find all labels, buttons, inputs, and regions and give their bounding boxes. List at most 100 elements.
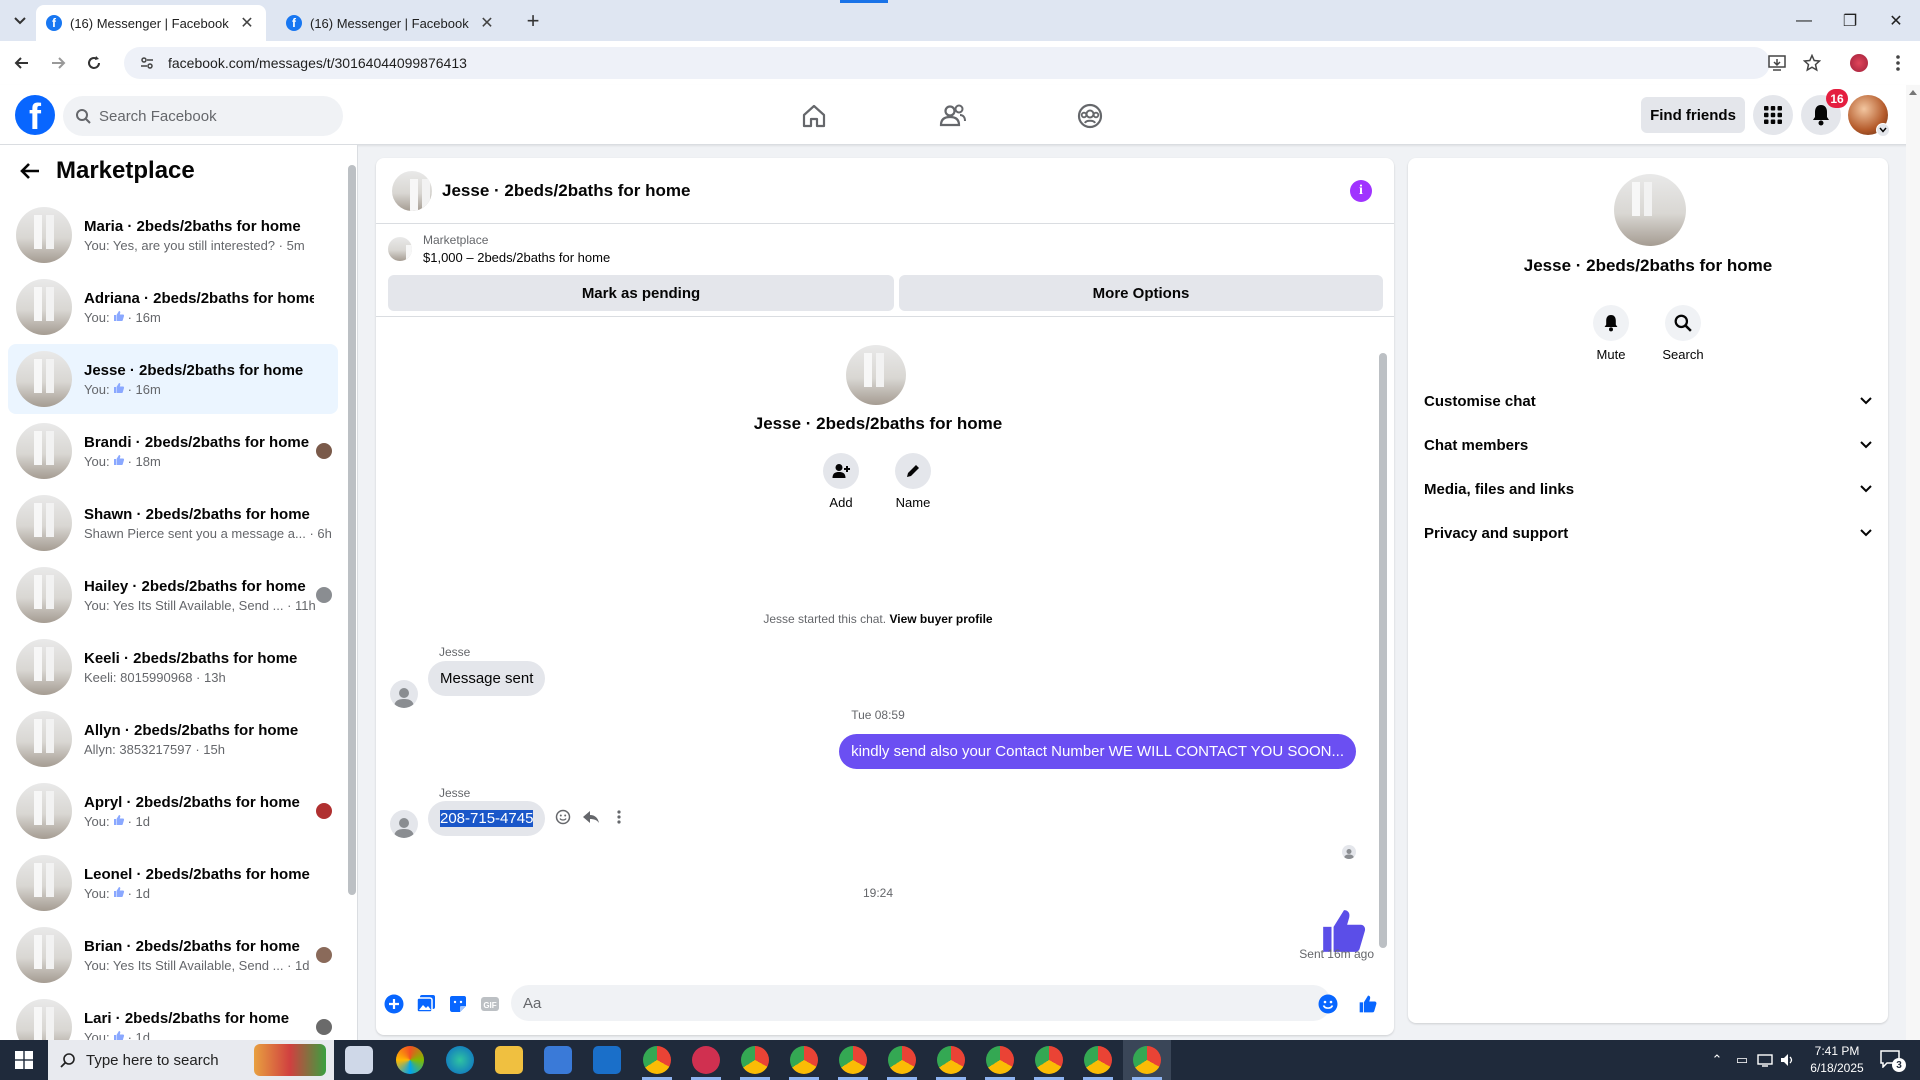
chrome-icon[interactable] xyxy=(643,1046,671,1074)
facebook-logo[interactable]: f xyxy=(15,95,55,135)
listing-price[interactable]: $1,000 – 2beds/2baths for home xyxy=(423,250,610,265)
tray-chevron-icon[interactable]: ⌃ xyxy=(1709,1052,1725,1068)
menu-grid-icon[interactable] xyxy=(1753,95,1793,135)
chrome-icon[interactable] xyxy=(741,1046,769,1074)
conversation-item[interactable]: Keeli · 2beds/2baths for home Keeli: 8015… xyxy=(8,632,338,702)
conversation-item[interactable]: Leonel · 2beds/2baths for home You: · 1d xyxy=(8,848,338,918)
find-friends-button[interactable]: Find friends xyxy=(1641,97,1745,133)
home-nav-icon[interactable] xyxy=(758,93,870,139)
message-input-wrapper[interactable] xyxy=(511,985,1331,1021)
plus-circle-icon[interactable] xyxy=(384,994,404,1014)
friends-nav-icon[interactable] xyxy=(897,93,1009,139)
copilot-icon[interactable] xyxy=(396,1046,424,1074)
back-button[interactable] xyxy=(9,50,35,76)
chrome-icon[interactable] xyxy=(986,1046,1014,1074)
send-like-icon[interactable] xyxy=(1358,994,1378,1014)
network-icon[interactable] xyxy=(1757,1052,1773,1068)
mark-as-pending-button[interactable]: Mark as pending xyxy=(388,275,894,311)
page-scrollbar[interactable] xyxy=(1906,85,1920,1040)
system-clock[interactable]: 7:41 PM 6/18/2025 xyxy=(1797,1043,1877,1077)
address-bar[interactable]: facebook.com/messages/t/3016404409987641… xyxy=(124,47,1770,79)
restore-button[interactable]: ❐ xyxy=(1827,0,1873,41)
facebook-search-input[interactable] xyxy=(99,107,319,125)
file-explorer-icon[interactable] xyxy=(495,1046,523,1074)
tray-device-icon[interactable]: ▭ xyxy=(1734,1052,1750,1068)
close-tab-icon[interactable]: ✕ xyxy=(478,14,496,32)
new-tab-button[interactable]: + xyxy=(520,8,546,34)
thread-scrollbar[interactable] xyxy=(1379,353,1387,948)
sticker-icon[interactable] xyxy=(448,994,468,1014)
chrome-icon[interactable] xyxy=(1133,1046,1161,1074)
message-input[interactable] xyxy=(523,994,1283,1012)
react-emoji-icon[interactable] xyxy=(552,806,574,828)
conversation-item[interactable]: Jesse · 2beds/2baths for home You: · 16m xyxy=(8,344,338,414)
message-bubble-incoming[interactable]: Message sent xyxy=(428,661,546,696)
conversation-item[interactable]: Maria · 2beds/2baths for home You: Yes, a… xyxy=(8,200,338,270)
selected-phone-number[interactable]: 208-715-4745 xyxy=(440,810,534,827)
photo-icon[interactable] xyxy=(416,994,436,1014)
volume-icon[interactable] xyxy=(1780,1052,1796,1068)
conversation-item[interactable]: Hailey · 2beds/2baths for home You: Yes I… xyxy=(8,560,338,630)
chat-title[interactable]: Jesse · 2beds/2baths for home xyxy=(442,181,690,201)
mute-button[interactable]: Mute xyxy=(1581,305,1641,362)
facebook-search[interactable] xyxy=(63,96,343,136)
conversation-item[interactable]: Shawn · 2beds/2baths for home Shawn Pierc… xyxy=(8,488,338,558)
conversation-item[interactable]: Adriana · 2beds/2baths for home You: · 16m xyxy=(8,272,338,342)
chat-members-section[interactable]: Chat members xyxy=(1424,425,1872,465)
chrome-icon[interactable] xyxy=(1035,1046,1063,1074)
conversation-item[interactable]: Apryl · 2beds/2baths for home You: · 1d xyxy=(8,776,338,846)
taskbar-search[interactable]: Type here to search xyxy=(48,1040,334,1080)
notification-center-icon[interactable]: 3 xyxy=(1880,1050,1906,1072)
chrome-icon[interactable] xyxy=(839,1046,867,1074)
chevron-down-icon[interactable] xyxy=(1876,123,1890,137)
chrome-icon[interactable] xyxy=(1084,1046,1112,1074)
forward-button[interactable] xyxy=(45,50,71,76)
chat-avatar[interactable] xyxy=(392,170,432,211)
outlook-icon[interactable] xyxy=(593,1046,621,1074)
sender-avatar[interactable] xyxy=(390,680,418,708)
conversation-item[interactable]: Brandi · 2beds/2baths for home You: · 18m xyxy=(8,416,338,486)
conversation-item[interactable]: Brian · 2beds/2baths for home You: Yes It… xyxy=(8,920,338,990)
customise-chat-section[interactable]: Customise chat xyxy=(1424,381,1872,421)
media-files-links-section[interactable]: Media, files and links xyxy=(1424,469,1872,509)
add-people-button[interactable]: Add xyxy=(811,453,871,510)
message-bubble-outgoing[interactable]: kindly send also your Contact Number WE … xyxy=(839,734,1356,769)
conversation-item[interactable]: Allyn · 2beds/2baths for home Allyn: 3853… xyxy=(8,704,338,774)
more-options-button[interactable]: More Options xyxy=(899,275,1383,311)
tab-search-icon[interactable] xyxy=(8,10,32,32)
browser-profile-icon[interactable] xyxy=(1846,50,1872,76)
browser-tab-1[interactable]: f (16) Messenger | Facebook ✕ xyxy=(36,5,266,41)
close-window-button[interactable]: ✕ xyxy=(1873,0,1919,41)
chrome-icon[interactable] xyxy=(937,1046,965,1074)
site-info-icon[interactable] xyxy=(132,55,162,71)
sidebar-scrollbar[interactable] xyxy=(348,165,356,895)
browser-menu-icon[interactable] xyxy=(1885,50,1911,76)
bookmark-star-icon[interactable] xyxy=(1799,50,1825,76)
conversation-item[interactable]: Lari · 2beds/2baths for home You: · 1d xyxy=(8,992,338,1040)
sender-avatar[interactable] xyxy=(390,810,418,838)
install-app-icon[interactable] xyxy=(1764,50,1790,76)
message-bubble-incoming[interactable]: 208-715-4745 xyxy=(428,801,546,836)
reload-button[interactable] xyxy=(81,50,107,76)
emoji-icon[interactable] xyxy=(1318,994,1338,1014)
gif-icon[interactable]: GIF xyxy=(480,994,500,1014)
edge-icon[interactable] xyxy=(446,1046,474,1074)
search-in-chat-button[interactable]: Search xyxy=(1653,305,1713,362)
reply-icon[interactable] xyxy=(580,806,602,828)
chrome-icon[interactable] xyxy=(790,1046,818,1074)
app-icon[interactable] xyxy=(692,1046,720,1074)
task-view-icon[interactable] xyxy=(345,1046,373,1074)
back-arrow-icon[interactable] xyxy=(20,162,40,180)
windows-start-icon[interactable] xyxy=(0,1040,48,1080)
groups-nav-icon[interactable] xyxy=(1034,93,1146,139)
store-icon[interactable] xyxy=(544,1046,572,1074)
view-buyer-profile-link[interactable]: View buyer profile xyxy=(889,612,992,626)
privacy-support-section[interactable]: Privacy and support xyxy=(1424,513,1872,553)
minimize-button[interactable]: — xyxy=(1781,0,1827,41)
info-icon[interactable]: i xyxy=(1350,180,1372,202)
close-tab-icon[interactable]: ✕ xyxy=(238,14,256,32)
browser-tab-2[interactable]: f (16) Messenger | Facebook ✕ xyxy=(276,5,506,41)
edit-name-button[interactable]: Name xyxy=(883,453,943,510)
more-vertical-icon[interactable] xyxy=(608,806,630,828)
chrome-icon[interactable] xyxy=(888,1046,916,1074)
